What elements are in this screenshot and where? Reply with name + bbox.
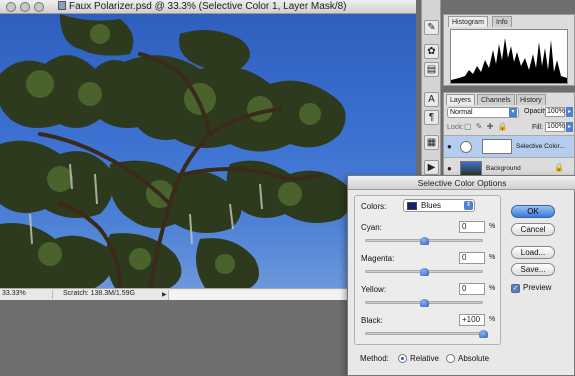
info-icon[interactable]: ▦	[424, 135, 439, 150]
preview-checkbox[interactable]: ✓	[511, 284, 520, 293]
layer-name[interactable]: Background	[486, 165, 521, 172]
adjustment-group: Colors: Blues ⇕ Cyan: 0 % Magenta: 0 % Y…	[354, 195, 501, 345]
chevron-updown-icon: ⇕	[464, 201, 473, 210]
fill-label: Fill:	[532, 124, 543, 131]
method-absolute-radio[interactable]	[446, 354, 455, 363]
brush-preset-icon[interactable]: ✿	[424, 44, 439, 59]
magenta-slider-track[interactable]	[365, 268, 483, 276]
cyan-unit: %	[489, 223, 496, 230]
document-title-text: Faux Polarizer.psd @ 33.3% (Selective Co…	[69, 1, 347, 12]
visibility-eye-icon[interactable]: ●	[447, 142, 452, 151]
histogram-panel: Histogram Info	[443, 14, 575, 86]
cyan-field[interactable]: 0	[459, 221, 485, 233]
layer-thumbnail	[460, 161, 482, 176]
minimize-window-button[interactable]	[20, 2, 30, 12]
black-unit: %	[489, 316, 496, 323]
layers-panel: Layers Channels History Normal ▾ Opacity…	[443, 92, 575, 182]
save-button[interactable]: Save...	[511, 263, 555, 276]
dialog-title[interactable]: Selective Color Options	[348, 176, 575, 190]
tool-preset-icon[interactable]: ✎	[424, 20, 439, 35]
magenta-label: Magenta:	[361, 254, 395, 263]
document-icon	[58, 1, 66, 10]
lock-icon: 🔒	[554, 163, 564, 172]
paragraph-icon[interactable]: ¶	[424, 110, 439, 125]
preview-label[interactable]: Preview	[523, 283, 551, 292]
colors-select[interactable]: Blues ⇕	[403, 199, 475, 212]
lock-label: Lock:	[447, 124, 464, 131]
document-title-bar[interactable]: Faux Polarizer.psd @ 33.3% (Selective Co…	[0, 0, 416, 14]
fill-slider-arrow-icon[interactable]: ▸	[566, 122, 573, 132]
method-absolute-label[interactable]: Absolute	[458, 354, 489, 363]
tab-layers[interactable]: Layers	[446, 94, 476, 105]
swatch-icon[interactable]: ▤	[424, 62, 439, 77]
yellow-label: Yellow:	[361, 285, 387, 294]
close-window-button[interactable]	[6, 2, 16, 12]
tab-history[interactable]: History	[516, 94, 546, 105]
yellow-unit: %	[489, 285, 496, 292]
cyan-slider-track[interactable]	[365, 237, 483, 245]
ok-button[interactable]: OK	[511, 205, 555, 218]
cancel-button[interactable]: Cancel	[511, 223, 555, 236]
yellow-slider-knob[interactable]	[420, 299, 429, 307]
status-menu-arrow-icon[interactable]: ▶	[162, 291, 167, 298]
layer-name[interactable]: Selective Color...	[516, 143, 565, 150]
histogram-bars	[451, 38, 567, 83]
black-field[interactable]: +100	[459, 314, 485, 326]
actions-icon[interactable]: ▶	[424, 160, 439, 175]
blend-mode-value: Normal	[450, 109, 473, 116]
document-title: Faux Polarizer.psd @ 33.3% (Selective Co…	[58, 1, 347, 12]
yellow-field[interactable]: 0	[459, 283, 485, 295]
method-label: Method:	[360, 354, 389, 363]
cyan-label: Cyan:	[361, 223, 382, 232]
character-icon[interactable]: A	[424, 92, 439, 107]
blend-mode-select[interactable]: Normal ▾	[447, 107, 519, 118]
yellow-slider-track[interactable]	[365, 299, 483, 307]
magenta-field[interactable]: 0	[459, 252, 485, 264]
opacity-slider-arrow-icon[interactable]: ▸	[566, 107, 573, 117]
tab-info[interactable]: Info	[492, 16, 512, 27]
load-button[interactable]: Load...	[511, 246, 555, 259]
zoom-window-button[interactable]	[34, 2, 44, 12]
black-label: Black:	[361, 316, 383, 325]
lock-options-icons[interactable]: ▢ ✎ ✚ 🔒	[464, 122, 509, 131]
tab-histogram[interactable]: Histogram	[448, 16, 488, 27]
method-relative-label[interactable]: Relative	[410, 354, 439, 363]
layer-row-selective-color[interactable]: ● Selective Color...	[444, 135, 574, 157]
chevron-down-icon: ▾	[509, 108, 517, 117]
color-swatch	[407, 202, 417, 210]
zoom-level[interactable]: 33.33%	[2, 290, 30, 299]
fill-field[interactable]: 100%	[545, 122, 565, 132]
opacity-field[interactable]: 100%	[545, 107, 565, 117]
visibility-eye-icon[interactable]: ●	[447, 164, 452, 173]
black-slider-track[interactable]	[365, 330, 488, 338]
black-slider-knob[interactable]	[479, 330, 488, 338]
magenta-slider-knob[interactable]	[420, 268, 429, 276]
scratch-size[interactable]: Scratch: 138.3M/1.59G	[52, 290, 160, 299]
method-relative-radio[interactable]	[398, 354, 407, 363]
selective-color-dialog: Selective Color Options Colors: Blues ⇕ …	[347, 175, 575, 376]
colors-value: Blues	[421, 201, 442, 210]
tab-channels[interactable]: Channels	[477, 94, 515, 105]
magenta-unit: %	[489, 254, 496, 261]
colors-label: Colors:	[361, 202, 387, 211]
histogram-graph	[450, 29, 568, 84]
layer-mask-thumbnail[interactable]	[482, 139, 512, 154]
adjustment-icon	[460, 141, 472, 153]
cyan-slider-knob[interactable]	[420, 237, 429, 245]
